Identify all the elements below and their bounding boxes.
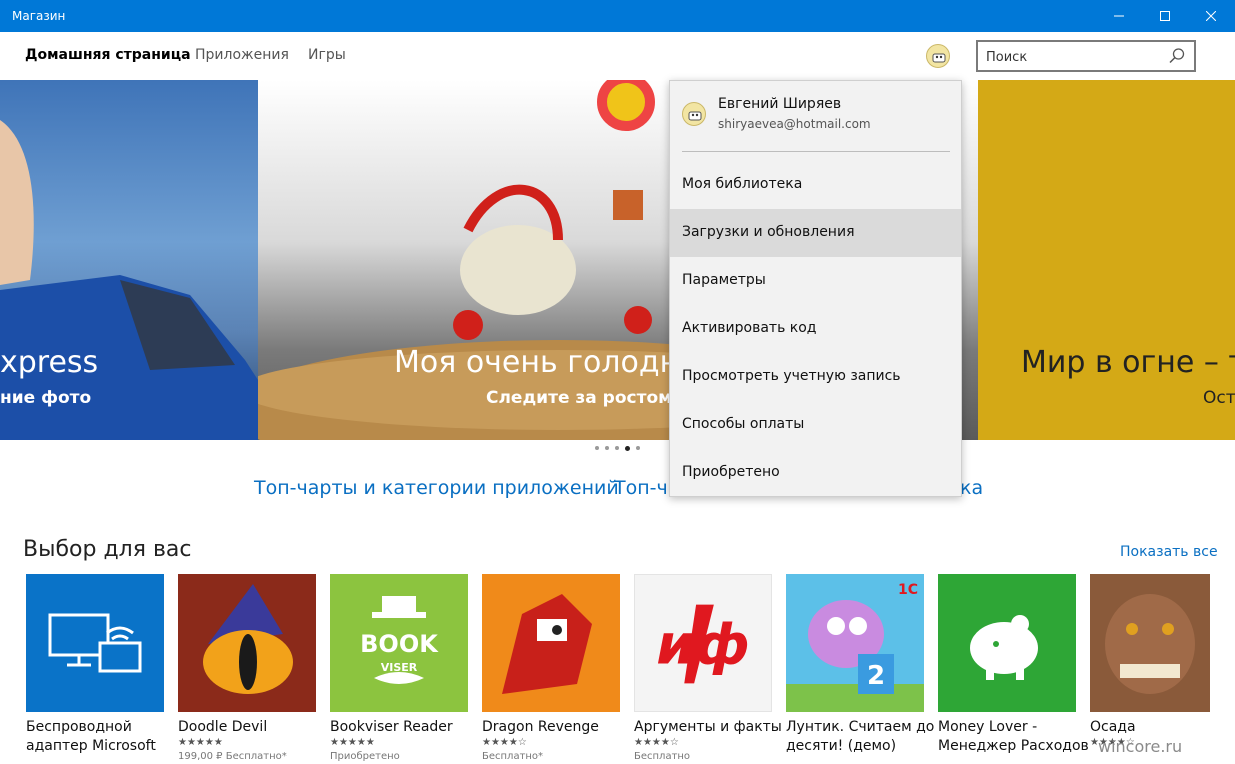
app-name: Беспроводной xyxy=(26,719,132,735)
app-icon xyxy=(178,574,316,712)
app-tile-luntik[interactable]: 2 1С Лунтик. Считаем до десяти! (демо) xyxy=(786,574,935,756)
carousel-dot-active[interactable] xyxy=(625,446,630,451)
app-tile-dragon-revenge[interactable]: Dragon Revenge ★★★★☆ Бесплатно* xyxy=(482,574,620,762)
app-tile-money-lover[interactable]: Money Lover - Менеджер Расходов xyxy=(938,574,1089,756)
app-price: 199,00 ₽ Бесплатно* xyxy=(178,751,287,762)
watermark: wincore.ru xyxy=(1098,737,1183,756)
dragon-icon xyxy=(482,574,620,712)
top-charts-games-link-end[interactable]: ка xyxy=(960,477,983,499)
avatar-icon xyxy=(688,111,702,121)
account-menu: Евгений Ширяев shiryaevea@hotmail.com Мо… xyxy=(669,80,962,497)
app-name: Doodle Devil xyxy=(178,719,268,735)
carousel-dot[interactable] xyxy=(595,446,599,450)
app-tile-doodle-devil[interactable]: Doodle Devil ★★★★★ 199,00 ₽ Бесплатно* xyxy=(178,574,316,762)
piggy-bank-icon xyxy=(970,615,1038,680)
app-icon: BOOK VISER xyxy=(330,574,468,712)
app-icon: 2 1С xyxy=(786,574,924,712)
aif-logo-icon: иф xyxy=(656,604,750,684)
app-icon xyxy=(1090,574,1210,712)
app-price: Бесплатно xyxy=(634,751,691,762)
carousel-dot[interactable] xyxy=(615,446,619,450)
menu-item-view-account[interactable]: Просмотреть учетную запись xyxy=(670,353,961,401)
tab-home[interactable]: Домашняя страница xyxy=(25,47,191,63)
app-name: Dragon Revenge xyxy=(482,719,599,735)
hero-slide-2-subtitle: Следите за ростом п xyxy=(486,388,690,408)
bookviser-logo-icon: BOOK VISER xyxy=(360,596,439,684)
account-avatar-button[interactable] xyxy=(926,44,950,68)
menu-item-payment-options[interactable]: Способы оплаты xyxy=(670,401,961,449)
svg-text:BOOK: BOOK xyxy=(360,630,439,658)
luntik-icon: 2 1С xyxy=(786,582,924,712)
search-icon[interactable] xyxy=(1168,47,1186,65)
app-name: Money Lover - xyxy=(938,719,1038,735)
monster-icon xyxy=(1090,574,1210,712)
maximize-button[interactable] xyxy=(1142,0,1188,32)
rating-stars: ★★★★☆ xyxy=(634,737,679,748)
account-avatar xyxy=(682,102,706,126)
app-name-line2: адаптер Microsoft xyxy=(26,738,156,754)
svg-text:1С: 1С xyxy=(898,582,918,598)
search-box[interactable]: Поиск xyxy=(976,40,1196,72)
tab-games[interactable]: Игры xyxy=(308,47,346,63)
app-name: Аргументы и факты xyxy=(634,719,782,735)
carousel-dot[interactable] xyxy=(636,446,640,450)
close-button[interactable] xyxy=(1188,0,1234,32)
wireless-display-icon xyxy=(48,613,142,673)
minimize-button[interactable] xyxy=(1096,0,1142,32)
hero-slide-1-title: xpress xyxy=(0,345,99,380)
account-email: shiryaevea@hotmail.com xyxy=(718,117,871,131)
title-bar: Магазин xyxy=(0,0,1235,32)
carousel-dot[interactable] xyxy=(605,446,609,450)
close-icon xyxy=(1206,11,1216,21)
window-title: Магазин xyxy=(12,9,66,23)
menu-item-downloads[interactable]: Загрузки и обновления xyxy=(670,209,961,257)
rating-stars: ★★★★☆ xyxy=(482,737,527,748)
top-charts-apps-link[interactable]: Топ-чарты и категории приложений xyxy=(254,477,619,499)
app-icon xyxy=(482,574,620,712)
app-icon xyxy=(26,574,164,712)
car-image xyxy=(0,120,258,440)
app-tile-osada[interactable]: Осада ★★★★☆ xyxy=(1090,574,1210,751)
hero-slide-3-title: Мир в огне – т xyxy=(1021,345,1235,380)
hero-slide-2-title: Моя очень голодна xyxy=(394,345,698,380)
nav-bar: Домашняя страница Приложения Игры Поиск xyxy=(0,32,1235,80)
app-price: Бесплатно* xyxy=(482,751,544,762)
hero-slide-3[interactable]: Мир в огне – т Ост xyxy=(978,80,1235,440)
app-name-line2: Менеджер Расходов xyxy=(938,738,1089,754)
hero-slide-1-subtitle: ние фото xyxy=(0,388,92,408)
app-price: Приобретено xyxy=(330,751,400,762)
app-tile-bookviser[interactable]: BOOK VISER Bookviser Reader ★★★★★ Приобр… xyxy=(330,574,468,762)
top-charts-games-link[interactable]: Топ-ч xyxy=(614,477,668,499)
show-all-link[interactable]: Показать все xyxy=(1120,544,1218,560)
menu-item-settings[interactable]: Параметры xyxy=(670,257,961,305)
menu-divider xyxy=(682,151,950,152)
maximize-icon xyxy=(1160,11,1170,21)
hero-carousel[interactable]: xpress ние фото Моя очень голодна Следит… xyxy=(0,80,1235,440)
menu-item-library[interactable]: Моя библиотека xyxy=(670,161,961,209)
app-tile-wireless-adapter[interactable]: Беспроводной адаптер Microsoft xyxy=(26,574,164,756)
devil-eye-icon xyxy=(203,584,293,694)
app-name: Лунтик. Считаем до xyxy=(786,719,935,735)
hero-slide-3-subtitle: Ост xyxy=(1203,388,1235,408)
app-name: Bookviser Reader xyxy=(330,719,453,735)
minimize-icon xyxy=(1114,15,1124,17)
rating-stars: ★★★★★ xyxy=(330,737,375,748)
menu-item-purchased[interactable]: Приобретено xyxy=(670,449,961,497)
app-icon xyxy=(938,574,1076,712)
app-icon: иф xyxy=(634,574,772,712)
app-name-line2: десяти! (демо) xyxy=(786,738,897,754)
svg-text:2: 2 xyxy=(867,661,885,691)
avatar-icon xyxy=(932,53,946,63)
account-name: Евгений Ширяев xyxy=(718,96,842,112)
hero-slide-1[interactable]: xpress ние фото xyxy=(0,80,258,440)
menu-item-redeem-code[interactable]: Активировать код xyxy=(670,305,961,353)
search-input[interactable]: Поиск xyxy=(986,50,1027,65)
rating-stars: ★★★★★ xyxy=(178,737,223,748)
tab-apps[interactable]: Приложения xyxy=(195,47,289,63)
app-name: Осада xyxy=(1090,719,1136,735)
app-tile-aif[interactable]: иф Аргументы и факты ★★★★☆ Бесплатно xyxy=(634,574,782,762)
carousel-dots xyxy=(595,446,640,451)
section-title: Выбор для вас xyxy=(23,537,192,562)
